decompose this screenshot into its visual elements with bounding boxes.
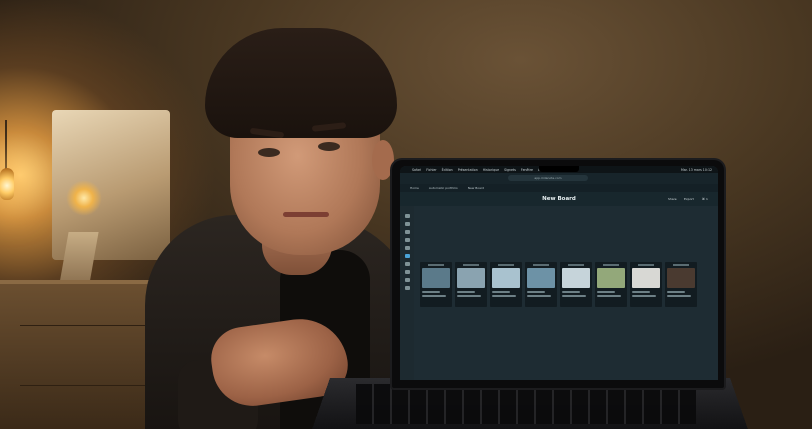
board-card [525, 262, 557, 307]
laptop-keyboard [356, 384, 696, 424]
line-tool-icon [405, 238, 410, 242]
tab-new-board: New Board [467, 186, 485, 190]
browser-tabs: Home Automatic portfolio New Board [400, 184, 718, 192]
card-thumbnail [632, 268, 660, 288]
card-thumbnail [492, 268, 520, 288]
todo-tool-icon [405, 230, 410, 234]
lamp-bulb [0, 168, 14, 200]
left-eye [258, 148, 280, 157]
menu-item: Safari [412, 167, 422, 172]
card-thumbnail [527, 268, 555, 288]
menu-item: Présentation [457, 167, 478, 172]
link-tool-icon [405, 222, 410, 226]
tool-sidebar [403, 210, 412, 376]
laptop-screen: Safari Fichier Édition Présentation Hist… [400, 166, 718, 380]
tab-automatic-portfolio: Automatic portfolio [428, 186, 458, 190]
card-thumbnail [597, 268, 625, 288]
camera-notch [539, 166, 579, 172]
menu-item: Édition [441, 167, 453, 172]
card-thumbnail [457, 268, 485, 288]
board-card [490, 262, 522, 307]
menu-item: Fenêtre [520, 167, 533, 172]
board-card [560, 262, 592, 307]
person-hair [205, 28, 397, 138]
board-card [630, 262, 662, 307]
menu-item: Fichier [426, 167, 437, 172]
mouth [283, 212, 329, 217]
card-thumbnail [422, 268, 450, 288]
menu-item: Historique [482, 167, 500, 172]
url-bar: app.milanote.com [508, 175, 588, 181]
card-thumbnail [667, 268, 695, 288]
menu-item: Signets [504, 167, 516, 172]
share-button: Share [668, 197, 677, 201]
right-eye [318, 142, 340, 151]
board-card [595, 262, 627, 307]
card-thumbnail [562, 268, 590, 288]
board-card [455, 262, 487, 307]
monitor-reflection-glow [66, 180, 102, 216]
board-cards [420, 262, 697, 307]
board-card [665, 262, 697, 307]
image-tool-icon [405, 270, 410, 274]
board-tool-icon [405, 246, 410, 250]
lamp-cord [5, 120, 7, 170]
export-button: Export [684, 197, 694, 201]
tab-home: Home [410, 186, 419, 190]
menubar-clock: Mar. 13 mars 10:12 [680, 167, 712, 172]
comment-tool-icon [405, 262, 410, 266]
photo-scene: Safari Fichier Édition Présentation Hist… [0, 0, 812, 429]
board-card [420, 262, 452, 307]
note-tool-icon [405, 214, 410, 218]
column-tool-icon [405, 254, 410, 258]
draw-tool-icon [405, 286, 410, 290]
upload-tool-icon [405, 278, 410, 282]
person-ear [372, 140, 394, 180]
zoom-indicator: ⌘ 1 [702, 197, 708, 201]
